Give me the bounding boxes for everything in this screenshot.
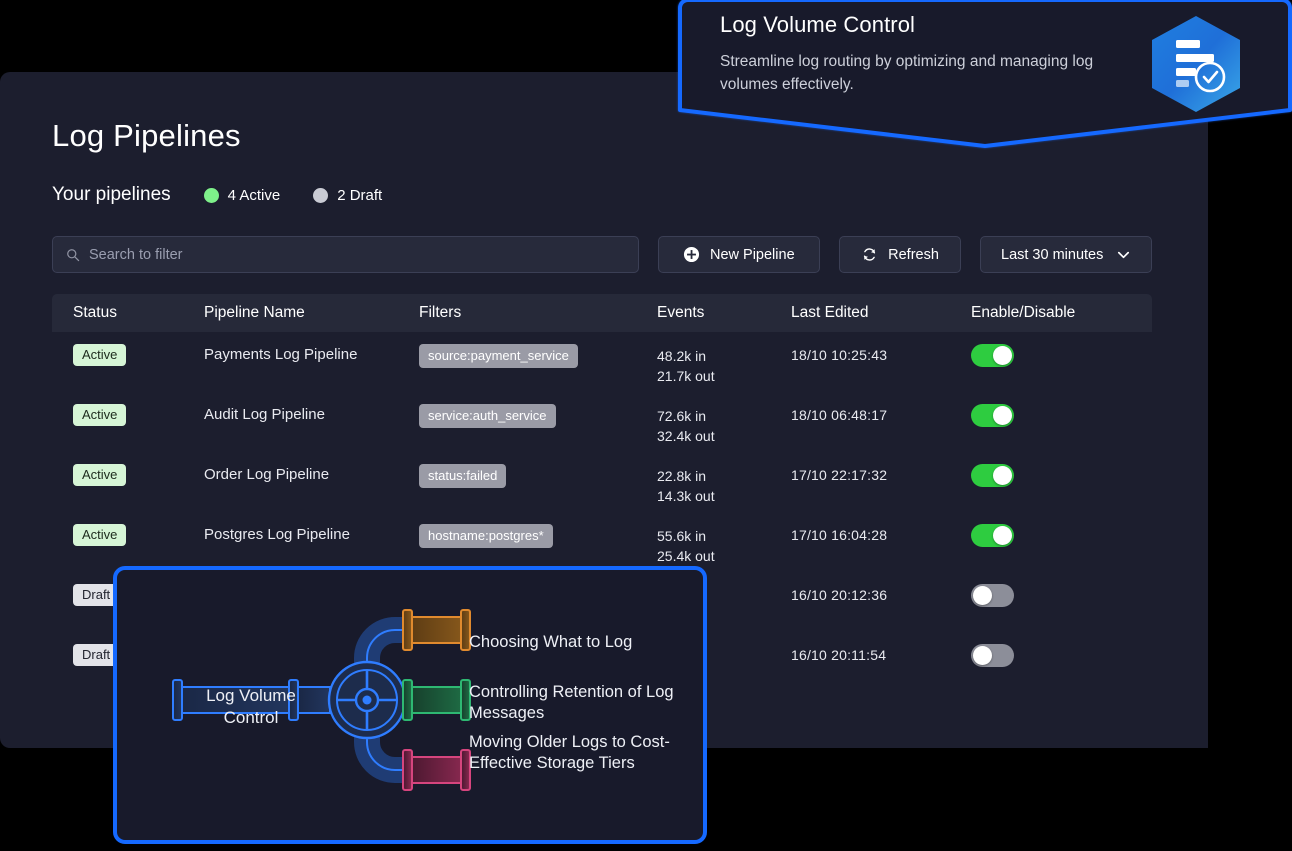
column-header-last-edited: Last Edited xyxy=(791,304,869,321)
search-input[interactable] xyxy=(89,246,569,263)
filter-chip: service:auth_service xyxy=(419,404,556,429)
column-header-filters: Filters xyxy=(419,304,462,321)
events-in: 22.8k in xyxy=(657,468,707,484)
refresh-icon xyxy=(864,248,876,261)
row-pipeline-name: Postgres Log Pipeline xyxy=(204,526,350,543)
diagram-branch-label-1: Controlling Retention of Log Messages xyxy=(469,683,674,722)
status-badge: Active xyxy=(73,464,127,486)
column-header-events: Events xyxy=(657,304,705,321)
events-in: 48.2k in xyxy=(657,348,707,364)
diagram-branch-label-2: Moving Older Logs to Cost-Effective Stor… xyxy=(469,733,670,772)
row-pipeline-name: Order Log Pipeline xyxy=(204,466,330,483)
row-status-cell: Active xyxy=(52,344,204,366)
screen-root: Log Pipelines Your pipelines 4 Active 2 … xyxy=(0,0,1292,851)
table-row[interactable]: Active Audit Log Pipeline service:auth_ser… xyxy=(52,392,1152,452)
enable-disable-toggle[interactable] xyxy=(971,404,1014,427)
enable-disable-toggle[interactable] xyxy=(971,464,1014,487)
table-row[interactable]: Active Order Log Pipeline status:failed 22.… xyxy=(52,452,1152,512)
table-row[interactable]: Active Payments Log Pipeline source:paymen… xyxy=(52,332,1152,392)
legend-active: 4 Active xyxy=(203,186,281,204)
row-events-cell: 22.8k in 14.3k out xyxy=(657,464,791,506)
toggle-knob xyxy=(993,346,1012,365)
row-toggle-cell xyxy=(971,524,1151,547)
row-events-cell: 48.2k in 21.7k out xyxy=(657,344,791,386)
row-toggle-cell xyxy=(971,584,1151,607)
status-badge: Active xyxy=(73,524,127,546)
log-volume-hexagon-icon xyxy=(1152,16,1240,112)
enable-disable-toggle[interactable] xyxy=(971,524,1014,547)
toggle-knob xyxy=(993,406,1012,425)
row-last-edited: 18/10 10:25:43 xyxy=(791,347,888,363)
enable-disable-toggle[interactable] xyxy=(971,344,1014,367)
row-toggle-cell xyxy=(971,344,1151,367)
toggle-knob xyxy=(993,466,1012,485)
row-pipeline-name: Payments Log Pipeline xyxy=(204,346,358,363)
plus-circle-icon xyxy=(683,246,700,263)
toggle-knob xyxy=(973,646,992,665)
chevron-down-icon xyxy=(1118,251,1130,259)
page-title: Log Pipelines xyxy=(52,118,241,153)
row-status-cell: Active xyxy=(52,464,204,486)
column-header-enable-disable: Enable/Disable xyxy=(971,304,1076,321)
row-filters-cell: hostname:postgres* xyxy=(419,524,657,549)
row-toggle-cell xyxy=(971,404,1151,427)
toggle-knob xyxy=(973,586,992,605)
filter-chip: status:failed xyxy=(419,464,507,489)
events-in: 72.6k in xyxy=(657,408,707,424)
row-status-cell: Active xyxy=(52,404,204,426)
filter-chip: source:payment_service xyxy=(419,344,578,369)
events-in: 55.6k in xyxy=(657,528,707,544)
row-filters-cell: status:failed xyxy=(419,464,657,489)
row-status-cell: Active xyxy=(52,524,204,546)
active-status-dot-icon xyxy=(203,187,219,203)
row-last-edited: 17/10 16:04:28 xyxy=(791,527,888,543)
draft-count-label: 2 Draft xyxy=(337,186,383,204)
row-toggle-cell xyxy=(971,644,1151,667)
events-out: 32.4k out xyxy=(657,428,715,444)
draft-status-dot-icon xyxy=(313,187,329,203)
toggle-knob xyxy=(993,526,1012,545)
enable-disable-toggle[interactable] xyxy=(971,584,1014,607)
active-count-label: 4 Active xyxy=(227,186,281,204)
refresh-button[interactable]: Refresh xyxy=(838,236,962,273)
diagram-center-label: Log Volume Control xyxy=(206,686,296,727)
search-icon xyxy=(67,248,80,261)
row-last-edited: 16/10 20:12:36 xyxy=(791,587,888,603)
row-filters-cell: source:payment_service xyxy=(419,344,657,369)
row-last-edited: 16/10 20:11:54 xyxy=(791,647,887,663)
row-filters-cell: service:auth_service xyxy=(419,404,657,429)
filter-chip: hostname:postgres* xyxy=(419,524,553,549)
row-events-cell: 55.6k in 25.4k out xyxy=(657,524,791,566)
column-header-pipeline-name: Pipeline Name xyxy=(204,304,305,321)
events-out: 14.3k out xyxy=(657,488,715,504)
row-last-edited: 18/10 06:48:17 xyxy=(791,407,888,423)
section-subtitle: Your pipelines xyxy=(52,184,171,205)
row-last-edited: 17/10 22:17:32 xyxy=(791,467,888,483)
table-row[interactable]: Active Postgres Log Pipeline hostname:post… xyxy=(52,512,1152,572)
pipelines-toolbar: New Pipeline Refresh Last 30 minutes xyxy=(52,236,1152,273)
table-header-row: Status Pipeline Name Filters Events Last… xyxy=(52,294,1152,332)
new-pipeline-label: New Pipeline xyxy=(710,246,795,263)
events-out: 21.7k out xyxy=(657,368,715,384)
column-header-status: Status xyxy=(73,304,117,321)
refresh-label: Refresh xyxy=(888,246,939,263)
callout-description: Streamline log routing by optimizing and… xyxy=(720,53,1094,93)
log-volume-diagram-callout: Log Volume Control Choosing What to Log C… xyxy=(113,566,707,844)
search-box[interactable] xyxy=(52,236,639,273)
row-toggle-cell xyxy=(971,464,1151,487)
status-badge: Active xyxy=(73,344,127,366)
events-out: 25.4k out xyxy=(657,548,715,564)
enable-disable-toggle[interactable] xyxy=(971,644,1014,667)
diagram-branch-label-0: Choosing What to Log xyxy=(469,633,633,651)
time-range-selector[interactable]: Last 30 minutes xyxy=(980,236,1152,273)
legend-draft: 2 Draft xyxy=(313,187,382,204)
status-badge: Active xyxy=(73,404,127,426)
new-pipeline-button[interactable]: New Pipeline xyxy=(658,236,820,273)
row-events-cell: 72.6k in 32.4k out xyxy=(657,404,791,446)
time-range-label: Last 30 minutes xyxy=(1001,246,1104,263)
pipelines-summary-row: Your pipelines 4 Active 2 Draft xyxy=(52,184,382,206)
row-pipeline-name: Audit Log Pipeline xyxy=(204,406,325,423)
